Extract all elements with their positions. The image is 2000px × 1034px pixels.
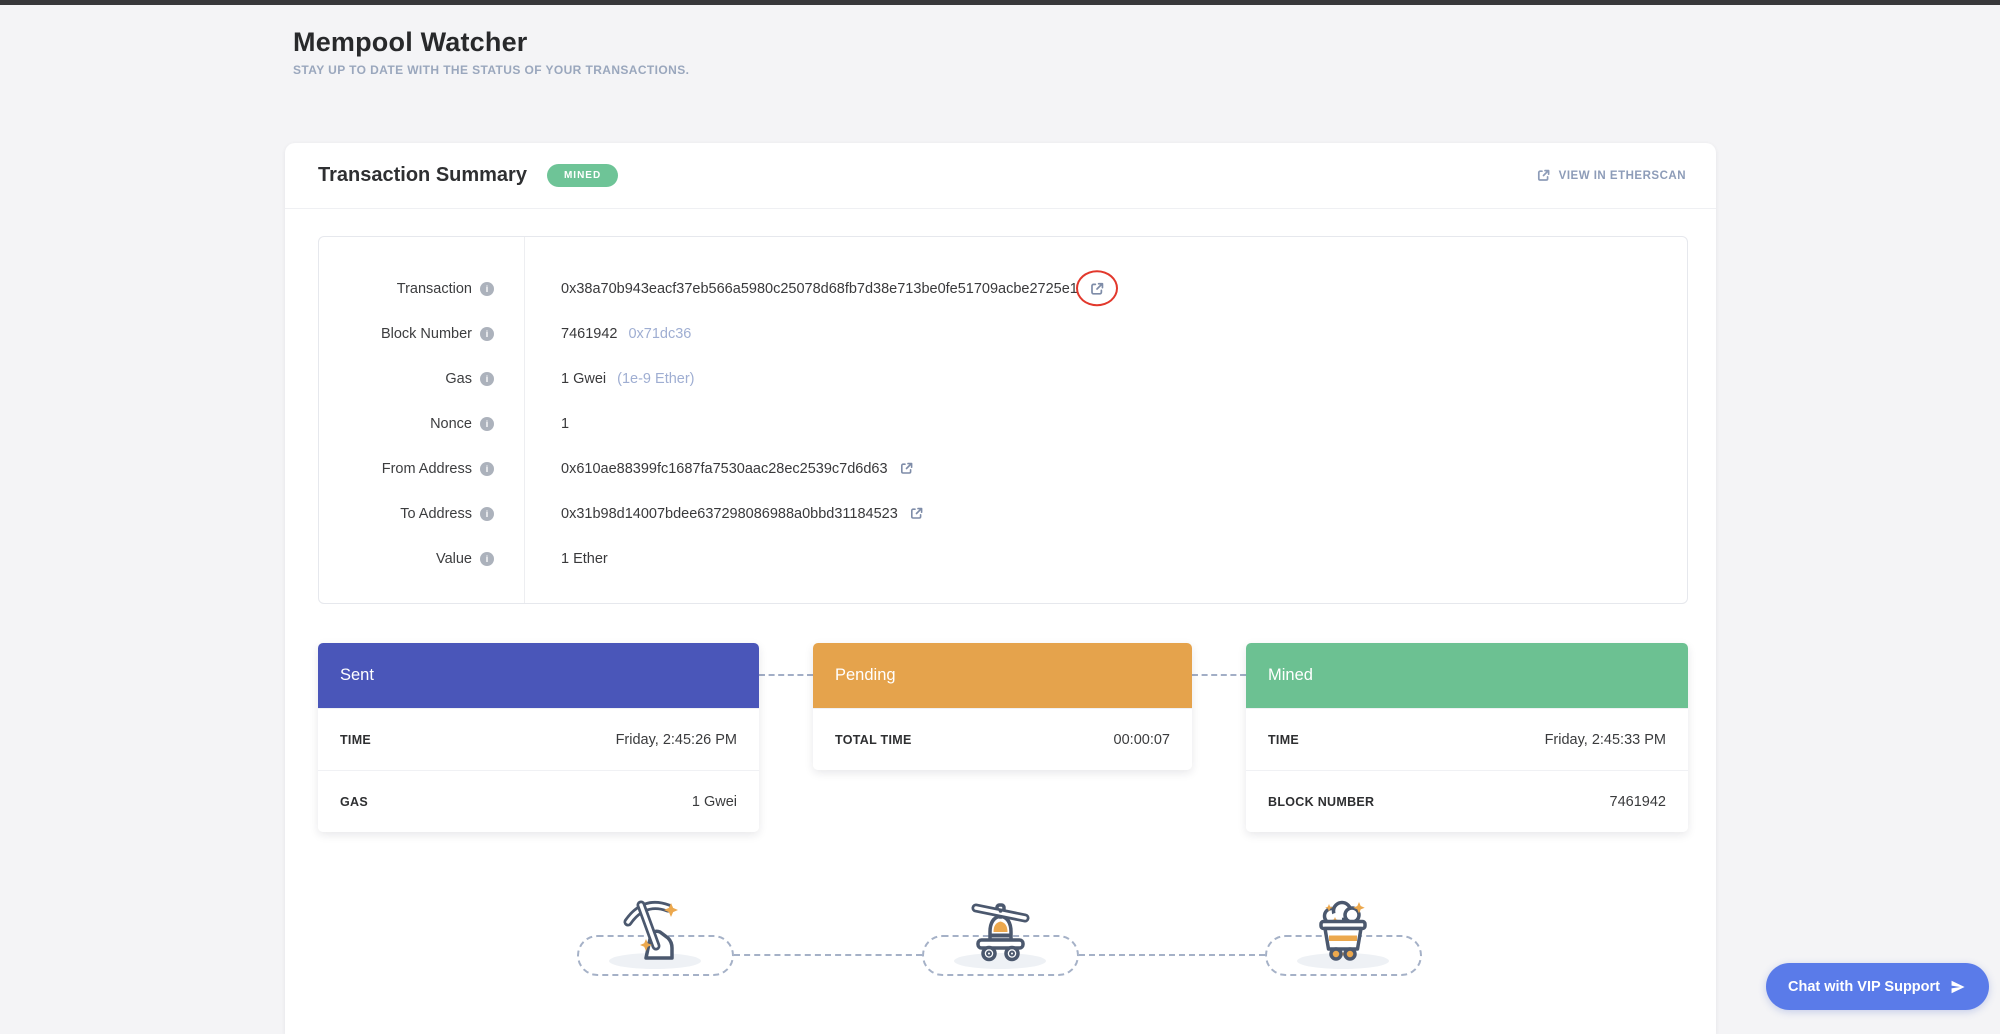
chat-vip-support-button[interactable]: Chat with VIP Support — [1766, 963, 1989, 1010]
field-row-from-address: From Address i 0x610ae88399fc1687fa7530aa… — [319, 446, 1687, 491]
page-title: Mempool Watcher — [293, 27, 689, 58]
mined-time-row: TIME Friday, 2:45:33 PM — [1246, 708, 1688, 770]
field-row-value: Valuei 1 Ether — [319, 536, 1687, 581]
connector-pending-mined — [1192, 674, 1246, 676]
pickaxe-icon — [619, 892, 691, 964]
mined-status-card: Mined TIME Friday, 2:45:33 PM BLOCK NUMB… — [1246, 643, 1688, 832]
summary-title: Transaction Summary — [318, 164, 527, 187]
row-label: BLOCK NUMBER — [1268, 795, 1374, 809]
mined-block-number-row: BLOCK NUMBER 7461942 — [1246, 770, 1688, 832]
info-icon[interactable]: i — [480, 462, 494, 476]
bell-cart-icon — [964, 892, 1036, 964]
row-label: TOTAL TIME — [835, 733, 912, 747]
row-label: TIME — [1268, 733, 1299, 747]
mine-cart-icon — [1307, 892, 1379, 964]
external-link-icon — [1536, 168, 1551, 183]
progress-connector-1 — [734, 954, 922, 956]
sent-status-card: Sent TIME Friday, 2:45:26 PM GAS 1 Gwei — [318, 643, 759, 832]
mempool-watcher-page: Mempool Watcher STAY UP TO DATE WITH THE… — [0, 0, 2000, 1034]
row-value: Friday, 2:45:26 PM — [616, 732, 737, 748]
field-label: Block Number — [381, 326, 472, 342]
page-header: Mempool Watcher STAY UP TO DATE WITH THE… — [293, 27, 689, 77]
row-label: GAS — [340, 795, 368, 809]
pending-total-time-row: TOTAL TIME 00:00:07 — [813, 708, 1192, 770]
progress-connector-2 — [1079, 954, 1265, 956]
info-icon[interactable]: i — [480, 282, 494, 296]
sent-time-row: TIME Friday, 2:45:26 PM — [318, 708, 759, 770]
row-value: 1 Gwei — [692, 794, 737, 810]
paper-plane-icon — [1949, 978, 1967, 996]
transaction-hash: 0x38a70b943eacf37eb566a5980c25078d68fb7d… — [561, 281, 1078, 297]
connector-sent-pending — [759, 674, 813, 676]
to-address-value: 0x31b98d14007bdee637298086988a0bbd311845… — [561, 506, 898, 522]
transaction-external-link-icon[interactable] — [1089, 281, 1105, 297]
block-number-value: 7461942 — [561, 326, 617, 342]
status-timeline: Sent TIME Friday, 2:45:26 PM GAS 1 Gwei … — [318, 643, 1688, 838]
field-label: To Address — [400, 506, 472, 522]
ether-value: 1 Ether — [561, 551, 608, 567]
field-row-gas: Gasi 1 Gwei (1e-9 Ether) — [319, 356, 1687, 401]
summary-card-header: Transaction Summary MINED VIEW IN ETHERS… — [285, 143, 1716, 209]
to-address-external-link-icon[interactable] — [909, 506, 924, 521]
sent-gas-row: GAS 1 Gwei — [318, 770, 759, 832]
info-icon[interactable]: i — [480, 327, 494, 341]
info-icon[interactable]: i — [480, 417, 494, 431]
gas-ether-equivalent: (1e-9 Ether) — [617, 371, 694, 387]
field-row-to-address: To Address i 0x31b98d14007bdee63729808698… — [319, 491, 1687, 536]
block-number-hex: 0x71dc36 — [628, 326, 691, 342]
field-row-nonce: Noncei 1 — [319, 401, 1687, 446]
field-row-transaction: Transaction i 0x38a70b943eacf37eb566a5980… — [319, 266, 1687, 311]
chat-button-label: Chat with VIP Support — [1788, 979, 1940, 995]
pending-card-header: Pending — [813, 643, 1192, 708]
field-label: Value — [436, 551, 472, 567]
from-address-value: 0x610ae88399fc1687fa7530aac28ec2539c7d6d… — [561, 461, 888, 477]
row-value: Friday, 2:45:33 PM — [1545, 732, 1666, 748]
top-window-bar — [0, 0, 2000, 5]
transaction-details-panel: Transaction i 0x38a70b943eacf37eb566a5980… — [318, 236, 1688, 604]
row-value: 00:00:07 — [1114, 732, 1170, 748]
etherscan-link-label: VIEW IN ETHERSCAN — [1559, 170, 1686, 182]
gas-value: 1 Gwei — [561, 371, 606, 387]
page-subtitle: STAY UP TO DATE WITH THE STATUS OF YOUR … — [293, 63, 689, 77]
info-icon[interactable]: i — [480, 372, 494, 386]
row-value: 7461942 — [1610, 794, 1666, 810]
from-address-external-link-icon[interactable] — [899, 461, 914, 476]
status-badge: MINED — [547, 164, 618, 187]
field-row-block-number: Block Number i 7461942 0x71dc36 — [319, 311, 1687, 356]
info-icon[interactable]: i — [480, 507, 494, 521]
sent-card-header: Sent — [318, 643, 759, 708]
mined-card-header: Mined — [1246, 643, 1688, 708]
row-label: TIME — [340, 733, 371, 747]
info-icon[interactable]: i — [480, 552, 494, 566]
field-label: Nonce — [430, 416, 472, 432]
nonce-value: 1 — [561, 416, 569, 432]
mining-progress-illustration — [318, 868, 1688, 998]
field-label: Transaction — [397, 281, 472, 297]
transaction-summary-card: Transaction Summary MINED VIEW IN ETHERS… — [285, 143, 1716, 1034]
field-label: From Address — [382, 461, 472, 477]
view-in-etherscan-link[interactable]: VIEW IN ETHERSCAN — [1536, 168, 1686, 183]
field-label: Gas — [445, 371, 472, 387]
pending-status-card: Pending TOTAL TIME 00:00:07 — [813, 643, 1192, 770]
